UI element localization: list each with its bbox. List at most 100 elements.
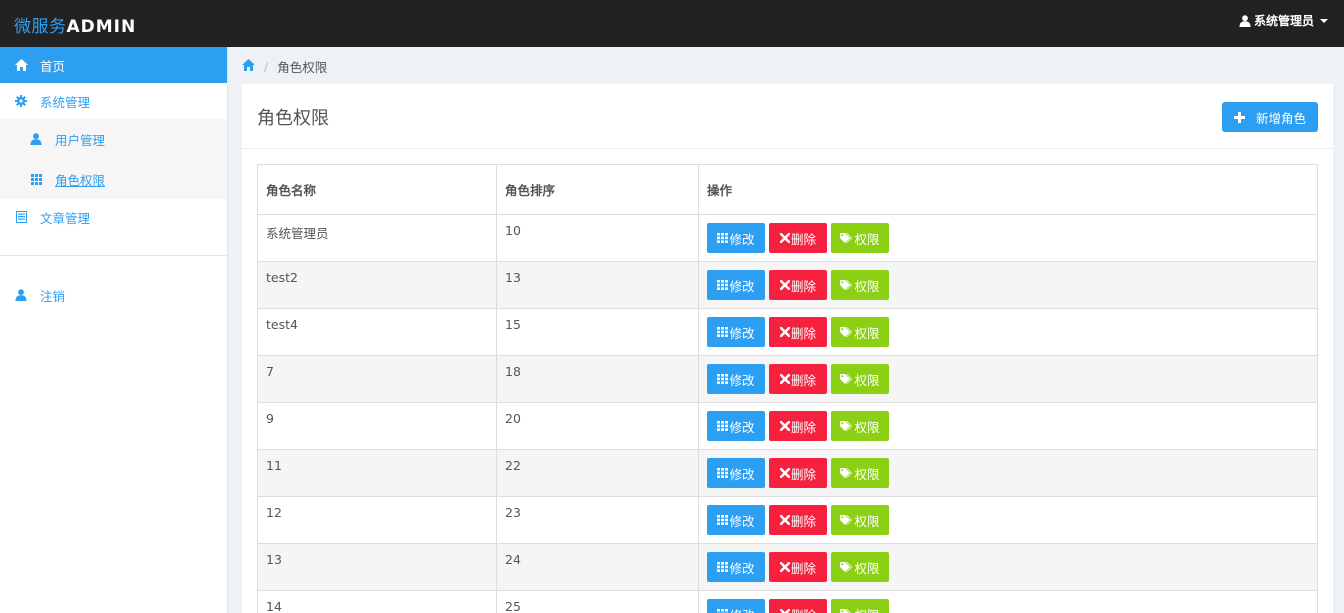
table-row: 系统管理员 10 修改 删除 权限 <box>258 215 1317 262</box>
edit-button[interactable]: 修改 <box>707 223 765 253</box>
sidebar-item-label: 角色权限 <box>55 172 106 188</box>
edit-button-label: 修改 <box>729 466 755 482</box>
edit-button[interactable]: 修改 <box>707 411 765 441</box>
role-order-cell: 10 <box>497 215 699 261</box>
table-row: 9 20 修改 删除 权限 <box>258 403 1317 450</box>
grid-icon <box>29 172 43 186</box>
permission-button-label: 权限 <box>854 513 880 529</box>
add-role-button[interactable]: 新增角色 <box>1222 102 1318 132</box>
roles-table: 角色名称 角色排序 操作 系统管理员 10 修改 删除 权限 test2 13 … <box>257 164 1318 613</box>
edit-button[interactable]: 修改 <box>707 552 765 582</box>
sidebar-item-roles[interactable]: 角色权限 <box>0 159 227 199</box>
table-row: test2 13 修改 删除 权限 <box>258 262 1317 309</box>
sidebar-item-logout[interactable]: 注销 <box>0 277 227 313</box>
close-icon <box>779 607 791 613</box>
delete-button-label: 删除 <box>790 278 816 294</box>
edit-button-label: 修改 <box>729 513 755 529</box>
tags-icon <box>840 607 853 613</box>
home-icon[interactable] <box>242 58 255 74</box>
close-icon <box>779 325 791 340</box>
delete-button[interactable]: 删除 <box>769 223 827 253</box>
role-name-cell: 14 <box>258 591 497 613</box>
close-icon <box>779 466 791 481</box>
list-icon <box>14 210 28 224</box>
grid-icon <box>717 466 729 481</box>
permission-button[interactable]: 权限 <box>831 223 889 253</box>
grid-icon <box>717 419 729 434</box>
edit-button[interactable]: 修改 <box>707 364 765 394</box>
role-order-cell: 22 <box>497 450 699 496</box>
delete-button[interactable]: 删除 <box>769 505 827 535</box>
edit-button[interactable]: 修改 <box>707 270 765 300</box>
role-name-cell: 13 <box>258 544 497 590</box>
brand-logo[interactable]: 微服务ADMIN <box>14 12 136 37</box>
permission-button[interactable]: 权限 <box>831 552 889 582</box>
edit-button-label: 修改 <box>729 419 755 435</box>
permission-button-label: 权限 <box>854 278 880 294</box>
tags-icon <box>840 325 853 340</box>
grid-icon <box>717 372 729 387</box>
actions-cell: 修改 删除 权限 <box>699 591 1317 613</box>
delete-button-label: 删除 <box>790 231 816 247</box>
sidebar-divider <box>0 255 227 256</box>
delete-button-label: 删除 <box>790 466 816 482</box>
page-title: 角色权限 <box>257 108 329 129</box>
role-name-cell: test2 <box>258 262 497 308</box>
delete-button[interactable]: 删除 <box>769 317 827 347</box>
top-navbar: 微服务ADMIN 系统管理员 <box>0 0 1344 47</box>
sidebar-item-label: 系统管理 <box>40 94 91 110</box>
close-icon <box>779 560 791 575</box>
tags-icon <box>840 278 853 293</box>
permission-button-label: 权限 <box>854 372 880 388</box>
close-icon <box>779 278 791 293</box>
actions-cell: 修改 删除 权限 <box>699 497 1317 543</box>
actions-cell: 修改 删除 权限 <box>699 356 1317 402</box>
sidebar-item-home[interactable]: 首页 <box>0 47 227 83</box>
edit-button-label: 修改 <box>729 605 754 613</box>
home-icon <box>14 58 28 72</box>
edit-button[interactable]: 修改 <box>707 505 765 535</box>
close-icon <box>779 513 791 528</box>
permission-button[interactable]: 权限 <box>831 505 889 535</box>
permission-button[interactable]: 权限 <box>831 317 889 347</box>
role-order-cell: 25 <box>497 591 699 613</box>
delete-button[interactable]: 删除 <box>769 270 827 300</box>
sidebar-item-articles[interactable]: 文章管理 <box>0 199 227 235</box>
grid-icon <box>717 325 729 340</box>
breadcrumb-separator: / <box>264 58 269 74</box>
permission-button[interactable]: 权限 <box>831 458 889 488</box>
permission-button[interactable]: 权限 <box>831 411 889 441</box>
close-icon <box>779 419 791 434</box>
permission-button[interactable]: 权限 <box>831 270 889 300</box>
grid-icon <box>717 513 729 528</box>
edit-button[interactable]: 修改 <box>707 317 765 347</box>
user-menu-dropdown[interactable]: 系统管理员 <box>1239 12 1328 29</box>
user-icon <box>14 288 28 302</box>
table-row: 11 22 修改 删除 权限 <box>258 450 1317 497</box>
grid-icon <box>717 231 729 246</box>
actions-cell: 修改 删除 权限 <box>699 544 1317 590</box>
main-panel: 角色权限 新增角色 角色名称 角色排序 操作 系统管理员 10 修改 删除 权限… <box>242 84 1333 613</box>
sidebar-item-users[interactable]: 用户管理 <box>0 119 227 159</box>
table-row: 12 23 修改 删除 权限 <box>258 497 1317 544</box>
delete-button[interactable]: 删除 <box>769 364 827 394</box>
sidebar-item-label: 文章管理 <box>40 210 91 226</box>
role-order-cell: 24 <box>497 544 699 590</box>
delete-button[interactable]: 删除 <box>769 599 827 613</box>
delete-button[interactable]: 删除 <box>769 552 827 582</box>
sidebar-item-system[interactable]: 系统管理 <box>0 83 227 119</box>
delete-button[interactable]: 删除 <box>769 411 827 441</box>
delete-button-label: 删除 <box>790 560 816 576</box>
table-row: 14 25 修改 删除 权限 <box>258 591 1317 613</box>
edit-button[interactable]: 修改 <box>707 458 765 488</box>
delete-button[interactable]: 删除 <box>769 458 827 488</box>
edit-button[interactable]: 修改 <box>707 599 765 613</box>
permission-button-label: 权限 <box>854 419 880 435</box>
actions-cell: 修改 删除 权限 <box>699 262 1317 308</box>
tags-icon <box>840 372 853 387</box>
role-name-cell: 11 <box>258 450 497 496</box>
permission-button[interactable]: 权限 <box>831 364 889 394</box>
permission-button[interactable]: 权限 <box>831 599 889 613</box>
actions-cell: 修改 删除 权限 <box>699 403 1317 449</box>
breadcrumb: / 角色权限 <box>242 56 327 76</box>
